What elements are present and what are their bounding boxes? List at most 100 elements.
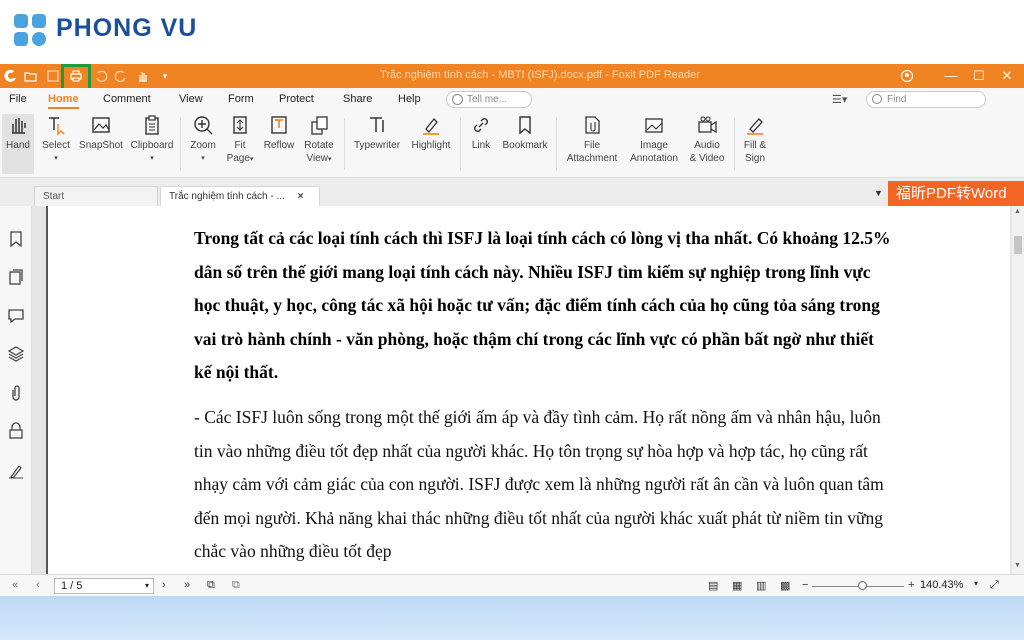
fill-sign-icon xyxy=(747,118,763,135)
typewriter-icon xyxy=(370,117,384,132)
zoom-out-button[interactable]: − xyxy=(802,579,808,591)
hand-button[interactable]: Hand xyxy=(2,114,34,174)
scroll-down-icon[interactable]: ▼ xyxy=(1014,562,1021,569)
reflow-icon xyxy=(271,116,287,134)
fullscreen-icon[interactable]: ⤢ xyxy=(990,579,999,592)
rotate-view-label-1: Rotate xyxy=(304,140,334,151)
reflow-button[interactable]: Reflow xyxy=(262,114,296,152)
promo-dropdown-icon[interactable]: ▼ xyxy=(874,188,883,198)
single-page-icon[interactable]: ▤ xyxy=(708,579,718,592)
zoom-in-button[interactable]: + xyxy=(908,579,914,591)
attachments-panel-icon[interactable] xyxy=(7,384,25,402)
typewriter-button[interactable]: Typewriter xyxy=(350,114,404,152)
tab-start[interactable]: Start xyxy=(34,186,158,206)
hand-tool-icon[interactable] xyxy=(134,67,152,85)
zoom-button[interactable]: Zoom ▾ xyxy=(186,114,220,165)
open-icon[interactable] xyxy=(22,67,40,85)
menu-share[interactable]: Share xyxy=(343,93,372,105)
next-page-icon[interactable]: › xyxy=(162,579,166,591)
redo-icon[interactable] xyxy=(112,67,130,85)
menu-comment[interactable]: Comment xyxy=(103,93,151,105)
bookmark-panel-icon[interactable] xyxy=(7,230,25,248)
layers-panel-icon[interactable] xyxy=(7,345,25,363)
next-view-icon[interactable]: ⧉ xyxy=(232,579,240,592)
page-number-field[interactable]: 1 / 5 ▾ xyxy=(54,578,154,594)
link-icon xyxy=(474,118,488,132)
find-input[interactable]: Find xyxy=(866,91,986,108)
audio-video-button[interactable]: Audio & Video xyxy=(686,114,728,165)
comments-panel-icon[interactable] xyxy=(7,306,25,324)
clipboard-button[interactable]: Clipboard ▾ xyxy=(130,114,174,165)
menu-protect[interactable]: Protect xyxy=(279,93,314,105)
file-attachment-button[interactable]: File Attachment xyxy=(562,114,622,165)
promo-banner[interactable]: 福昕PDF转Word xyxy=(888,181,1024,206)
fit-page-button[interactable]: Fit Page▾ xyxy=(224,114,256,166)
highlight-icon xyxy=(423,118,439,135)
file-attachment-label-2: Attachment xyxy=(566,153,618,164)
document-paragraph: - Các ISFJ luôn sống trong một thế giới … xyxy=(194,407,884,561)
close-tab-icon[interactable]: × xyxy=(298,191,304,202)
ribbon-separator xyxy=(180,118,181,170)
minimize-button[interactable]: — xyxy=(940,66,962,86)
menu-help[interactable]: Help xyxy=(398,93,421,105)
file-attachment-label-1: File xyxy=(583,140,601,151)
scrollbar-thumb[interactable] xyxy=(1014,236,1022,254)
fill-sign-button[interactable]: Fill & Sign xyxy=(738,114,772,165)
zoom-slider-thumb[interactable] xyxy=(857,581,867,590)
page-number-value: 1 / 5 xyxy=(61,580,83,592)
link-button[interactable]: Link xyxy=(466,114,496,152)
vertical-scrollbar[interactable]: ▲ ▼ xyxy=(1012,206,1024,574)
snapshot-button[interactable]: SnapShot xyxy=(78,114,124,152)
zoom-percentage[interactable]: 140.43% xyxy=(920,579,963,591)
last-page-icon[interactable]: » xyxy=(184,579,190,591)
save-icon[interactable] xyxy=(44,67,62,85)
search-icon xyxy=(872,94,882,104)
first-page-icon[interactable]: « xyxy=(12,579,18,591)
signatures-panel-icon[interactable] xyxy=(7,462,25,480)
bookmark-icon xyxy=(519,116,531,135)
hand-label: Hand xyxy=(6,140,30,151)
previous-view-icon[interactable]: ⧉ xyxy=(207,579,215,592)
menu-home[interactable]: Home xyxy=(48,93,79,109)
pages-panel-icon[interactable] xyxy=(7,268,25,286)
tab-document-label: Trắc nghiệm tính cách - ... xyxy=(169,191,285,202)
snapshot-label: SnapShot xyxy=(79,140,123,151)
menu-form[interactable]: Form xyxy=(228,93,254,105)
zoom-label: Zoom xyxy=(190,140,216,151)
bookmark-button[interactable]: Bookmark xyxy=(500,114,550,152)
foxit-logo-icon[interactable] xyxy=(2,67,20,85)
image-annotation-button[interactable]: Image Annotation xyxy=(626,114,682,165)
maximize-button[interactable]: ☐ xyxy=(968,66,990,86)
page-dropdown-icon[interactable]: ▾ xyxy=(145,579,149,593)
image-annotation-label-2: Annotation xyxy=(630,153,678,164)
tell-me-input[interactable]: Tell me... xyxy=(446,91,532,108)
facing-page-icon[interactable]: ▥ xyxy=(756,579,766,592)
previous-page-icon[interactable]: ‹ xyxy=(36,579,40,591)
ribbon-separator xyxy=(734,118,735,170)
audio-video-label-2: & Video xyxy=(689,153,725,164)
select-text-icon xyxy=(49,117,65,136)
zoom-dropdown-icon[interactable]: ▾ xyxy=(974,579,978,588)
ribbon-separator xyxy=(344,118,345,170)
document-viewport: Trong tất cả các loại tính cách thì ISFJ… xyxy=(32,206,1012,574)
scroll-up-icon[interactable]: ▲ xyxy=(1014,208,1021,215)
window-title: Trắc nghiệm tính cách - MBTI (ISFJ).docx… xyxy=(380,69,700,81)
image-annotation-icon xyxy=(645,118,663,133)
highlight-button[interactable]: Highlight xyxy=(408,114,454,152)
rotate-view-label-2: View xyxy=(306,153,328,164)
menu-view[interactable]: View xyxy=(179,93,203,105)
close-button[interactable]: ✕ xyxy=(996,66,1018,86)
security-panel-icon[interactable] xyxy=(7,422,25,440)
customize-icon[interactable]: ▾ xyxy=(156,67,174,85)
continuous-facing-icon[interactable]: ▩ xyxy=(780,579,790,592)
continuous-page-icon[interactable]: ▦ xyxy=(732,579,742,592)
ribbon-separator xyxy=(556,118,557,170)
account-icon[interactable] xyxy=(898,67,916,85)
tab-document[interactable]: Trắc nghiệm tính cách - ... × xyxy=(160,186,320,206)
menu-file[interactable]: File xyxy=(9,93,27,105)
undo-icon[interactable] xyxy=(92,67,110,85)
rotate-view-button[interactable]: Rotate View▾ xyxy=(300,114,338,166)
select-button[interactable]: Select ▾ xyxy=(38,114,74,165)
find-placeholder: Find xyxy=(887,94,907,105)
find-options-icon[interactable]: ☰▾ xyxy=(832,93,847,106)
